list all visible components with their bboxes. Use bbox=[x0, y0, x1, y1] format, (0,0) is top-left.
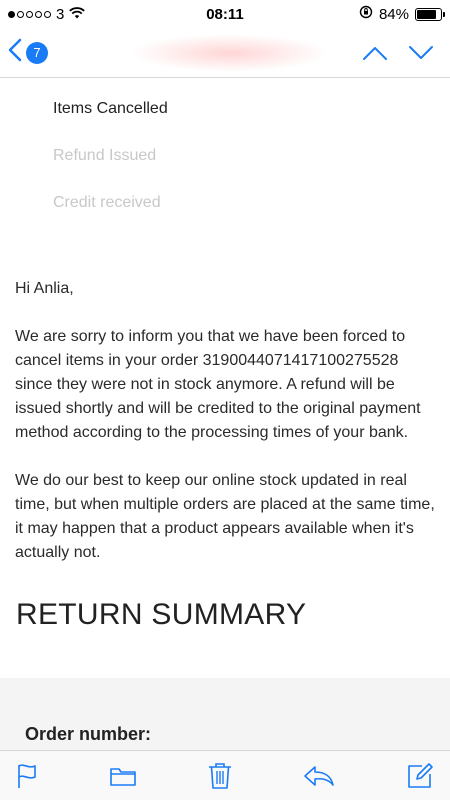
previous-message-button[interactable] bbox=[362, 45, 388, 61]
order-number-label: Order number: bbox=[25, 724, 152, 744]
battery-level bbox=[417, 9, 437, 19]
flag-button[interactable] bbox=[16, 763, 38, 789]
cancellation-paragraph: We are sorry to inform you that we have … bbox=[15, 328, 421, 441]
flag-icon bbox=[18, 763, 36, 788]
step-items-cancelled: Items Cancelled bbox=[53, 100, 168, 117]
delete-button[interactable] bbox=[208, 762, 232, 790]
back-button[interactable]: 7 bbox=[8, 38, 48, 67]
step-refund-issued: Refund Issued bbox=[53, 147, 157, 164]
stock-paragraph: We do our best to keep our online stock … bbox=[15, 472, 435, 561]
message-navigation bbox=[362, 45, 442, 61]
order-details-section: Order number: bbox=[0, 678, 450, 750]
status-left: 3 bbox=[8, 5, 86, 23]
step-credit-received: Credit received bbox=[53, 194, 161, 211]
trash-icon bbox=[209, 762, 231, 789]
orientation-lock-icon bbox=[359, 5, 373, 23]
reply-button[interactable] bbox=[303, 765, 335, 787]
chevron-up-icon bbox=[363, 46, 387, 60]
order-status-steps: Items Cancelled Refund Issued Credit rec… bbox=[0, 79, 450, 241]
reply-icon bbox=[304, 765, 334, 786]
message-text: Hi Anlia, We are sorry to inform you tha… bbox=[0, 277, 450, 565]
sender-header-blur bbox=[130, 34, 330, 72]
chevron-left-icon bbox=[8, 38, 22, 67]
next-message-button[interactable] bbox=[408, 45, 434, 61]
battery-percent: 84% bbox=[378, 5, 409, 23]
return-summary-heading: RETURN SUMMARY bbox=[16, 598, 307, 631]
compose-icon bbox=[408, 762, 433, 788]
status-right: 84% bbox=[359, 5, 445, 23]
nav-bar: 7 bbox=[0, 28, 450, 78]
compose-button[interactable] bbox=[406, 762, 434, 790]
mail-toolbar bbox=[0, 750, 450, 800]
signal-strength-icon bbox=[8, 10, 51, 18]
move-to-folder-button[interactable] bbox=[109, 765, 137, 787]
status-bar: 3 08:11 84% bbox=[0, 0, 450, 28]
email-body[interactable]: Items Cancelled Refund Issued Credit rec… bbox=[0, 79, 450, 750]
greeting: Hi Anlia, bbox=[15, 280, 74, 297]
battery-icon bbox=[415, 7, 445, 21]
wifi-icon bbox=[69, 6, 86, 23]
folder-icon bbox=[110, 767, 136, 786]
unread-count-badge: 7 bbox=[26, 41, 48, 64]
chevron-down-icon bbox=[409, 45, 433, 59]
carrier-label: 3 bbox=[56, 5, 65, 23]
